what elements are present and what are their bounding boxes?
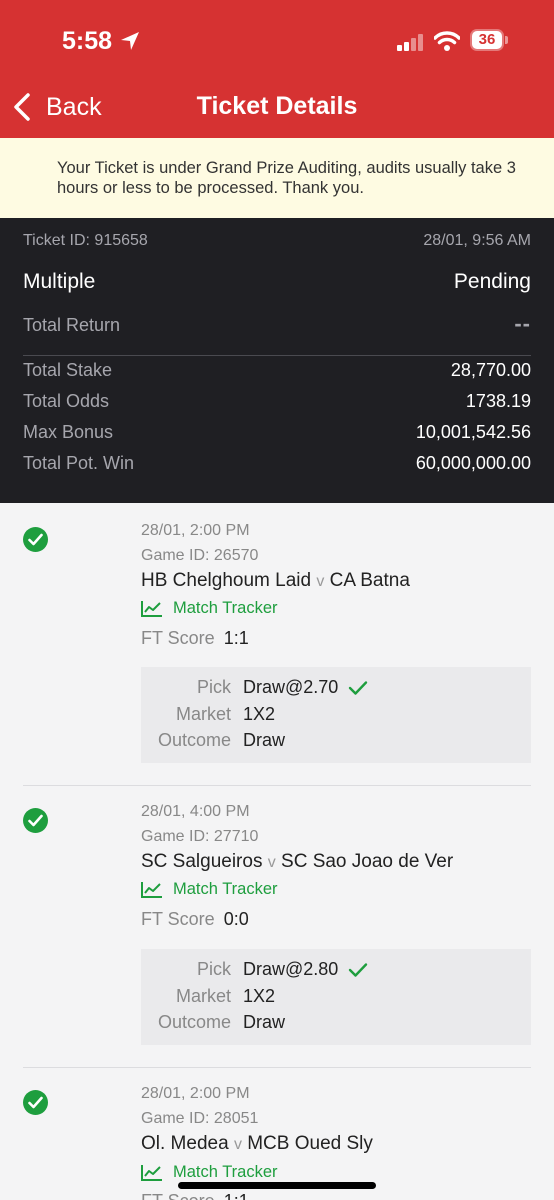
selection-card: 28/01, 4:00 PM Game ID: 27710 SC Salguei… — [0, 786, 554, 1067]
audit-notice-banner: i Your Ticket is under Grand Prize Audit… — [0, 138, 554, 327]
versus-label: v — [267, 854, 276, 871]
total-return-value: -- — [514, 311, 531, 336]
pick-value: Draw@2.80 — [243, 959, 339, 979]
ft-score-label: FT Score — [141, 628, 215, 648]
check-mark-icon — [349, 680, 368, 695]
match-teams: SC Salgueiros v SC Sao Joao de Ver — [141, 851, 453, 873]
match-tracker-link[interactable]: Match Tracker — [141, 1163, 278, 1182]
pick-details: Pick Draw@2.80 Market 1X2 Outcome Draw — [141, 949, 531, 1045]
pot-win-value: 60,000,000.00 — [415, 453, 531, 473]
market-value: 1X2 — [243, 704, 276, 724]
check-mark-icon — [349, 962, 368, 977]
won-check-icon — [23, 527, 48, 552]
selection-card: 28/01, 2:00 PM Game ID: 28051 Ol. Medea … — [0, 1068, 554, 1200]
match-teams: Ol. Medea v MCB Oued Sly — [141, 1133, 373, 1155]
cellular-signal-icon — [397, 33, 425, 51]
pick-label: Pick — [196, 959, 231, 979]
line-chart-icon — [141, 601, 162, 617]
ticket-status: Pending — [453, 270, 531, 293]
wifi-icon — [434, 31, 460, 51]
home-team: HB Chelghoum Laid — [141, 570, 312, 591]
ft-score-label: FT Score — [141, 909, 215, 929]
away-team: SC Sao Joao de Ver — [281, 851, 454, 872]
home-team: Ol. Medea — [141, 1133, 229, 1154]
market-label: Market — [175, 986, 231, 1006]
match-tracker-label: Match Tracker — [173, 1163, 278, 1181]
total-stake-label: Total Stake — [23, 360, 113, 380]
app-header: 5:58 36 Back Ticket Details — [0, 0, 554, 138]
pick-details: Pick Draw@2.70 Market 1X2 Outcome Draw — [141, 667, 531, 763]
ticket-summary-panel: Ticket ID: 915658 28/01, 9:56 AM Multipl… — [0, 218, 554, 503]
pot-win-label: Total Pot. Win — [23, 453, 135, 473]
total-stake-value: 28,770.00 — [450, 360, 531, 380]
match-teams: HB Chelghoum Laid v CA Batna — [141, 570, 410, 592]
game-id: Game ID: 27710 — [141, 828, 259, 845]
match-tracker-link[interactable]: Match Tracker — [141, 599, 278, 618]
versus-label: v — [316, 573, 325, 590]
pick-label: Pick — [196, 677, 231, 697]
outcome-value: Draw — [243, 1012, 286, 1032]
battery-icon: 36 — [470, 29, 508, 51]
ticket-id: Ticket ID: 915658 — [23, 232, 148, 249]
home-team: SC Salgueiros — [141, 851, 263, 872]
outcome-label: Outcome — [157, 730, 231, 750]
max-bonus-value: 10,001,542.56 — [415, 422, 531, 442]
won-check-icon — [23, 1090, 48, 1115]
match-date: 28/01, 2:00 PM — [141, 1085, 250, 1102]
pick-value: Draw@2.70 — [243, 677, 339, 697]
ft-score-value: 1:1 — [224, 1191, 249, 1200]
game-id: Game ID: 28051 — [141, 1110, 259, 1127]
market-value: 1X2 — [243, 986, 276, 1006]
outcome-label: Outcome — [157, 1012, 231, 1032]
away-team: CA Batna — [329, 570, 410, 591]
home-indicator[interactable] — [178, 1182, 376, 1189]
ticket-date: 28/01, 9:56 AM — [423, 232, 531, 249]
match-tracker-label: Match Tracker — [173, 880, 278, 898]
total-odds-value: 1738.19 — [465, 391, 531, 411]
summary-divider — [23, 355, 531, 356]
market-label: Market — [175, 704, 231, 724]
match-date: 28/01, 2:00 PM — [141, 522, 250, 539]
ft-score-label: FT Score — [141, 1191, 215, 1200]
ft-score: FT Score 0:0 — [141, 909, 249, 930]
away-team: MCB Oued Sly — [247, 1133, 373, 1154]
ft-score-value: 0:0 — [223, 909, 249, 929]
max-bonus-label: Max Bonus — [23, 422, 114, 442]
versus-label: v — [233, 1136, 242, 1153]
total-odds-label: Total Odds — [23, 391, 110, 411]
ft-score-value: 1:1 — [223, 628, 249, 648]
bet-type: Multiple — [23, 270, 96, 293]
line-chart-icon — [141, 882, 162, 898]
audit-notice-text: Your Ticket is under Grand Prize Auditin… — [57, 159, 516, 197]
won-check-icon — [23, 808, 48, 833]
status-time: 5:58 — [62, 27, 113, 55]
selection-card: 28/01, 2:00 PM Game ID: 26570 HB Chelgho… — [0, 503, 554, 785]
line-chart-icon — [141, 1165, 162, 1181]
location-arrow-icon — [121, 32, 139, 50]
match-date: 28/01, 4:00 PM — [141, 803, 250, 820]
game-id: Game ID: 26570 — [141, 547, 259, 564]
ft-score: FT Score 1:1 — [141, 628, 249, 649]
match-tracker-label: Match Tracker — [173, 599, 278, 617]
outcome-value: Draw — [243, 730, 286, 750]
page-title: Ticket Details — [196, 92, 358, 120]
battery-level: 36 — [478, 31, 496, 48]
ft-score: FT Score 1:1 — [141, 1191, 249, 1200]
match-tracker-link[interactable]: Match Tracker — [141, 880, 278, 899]
total-return-label: Total Return — [23, 315, 121, 335]
